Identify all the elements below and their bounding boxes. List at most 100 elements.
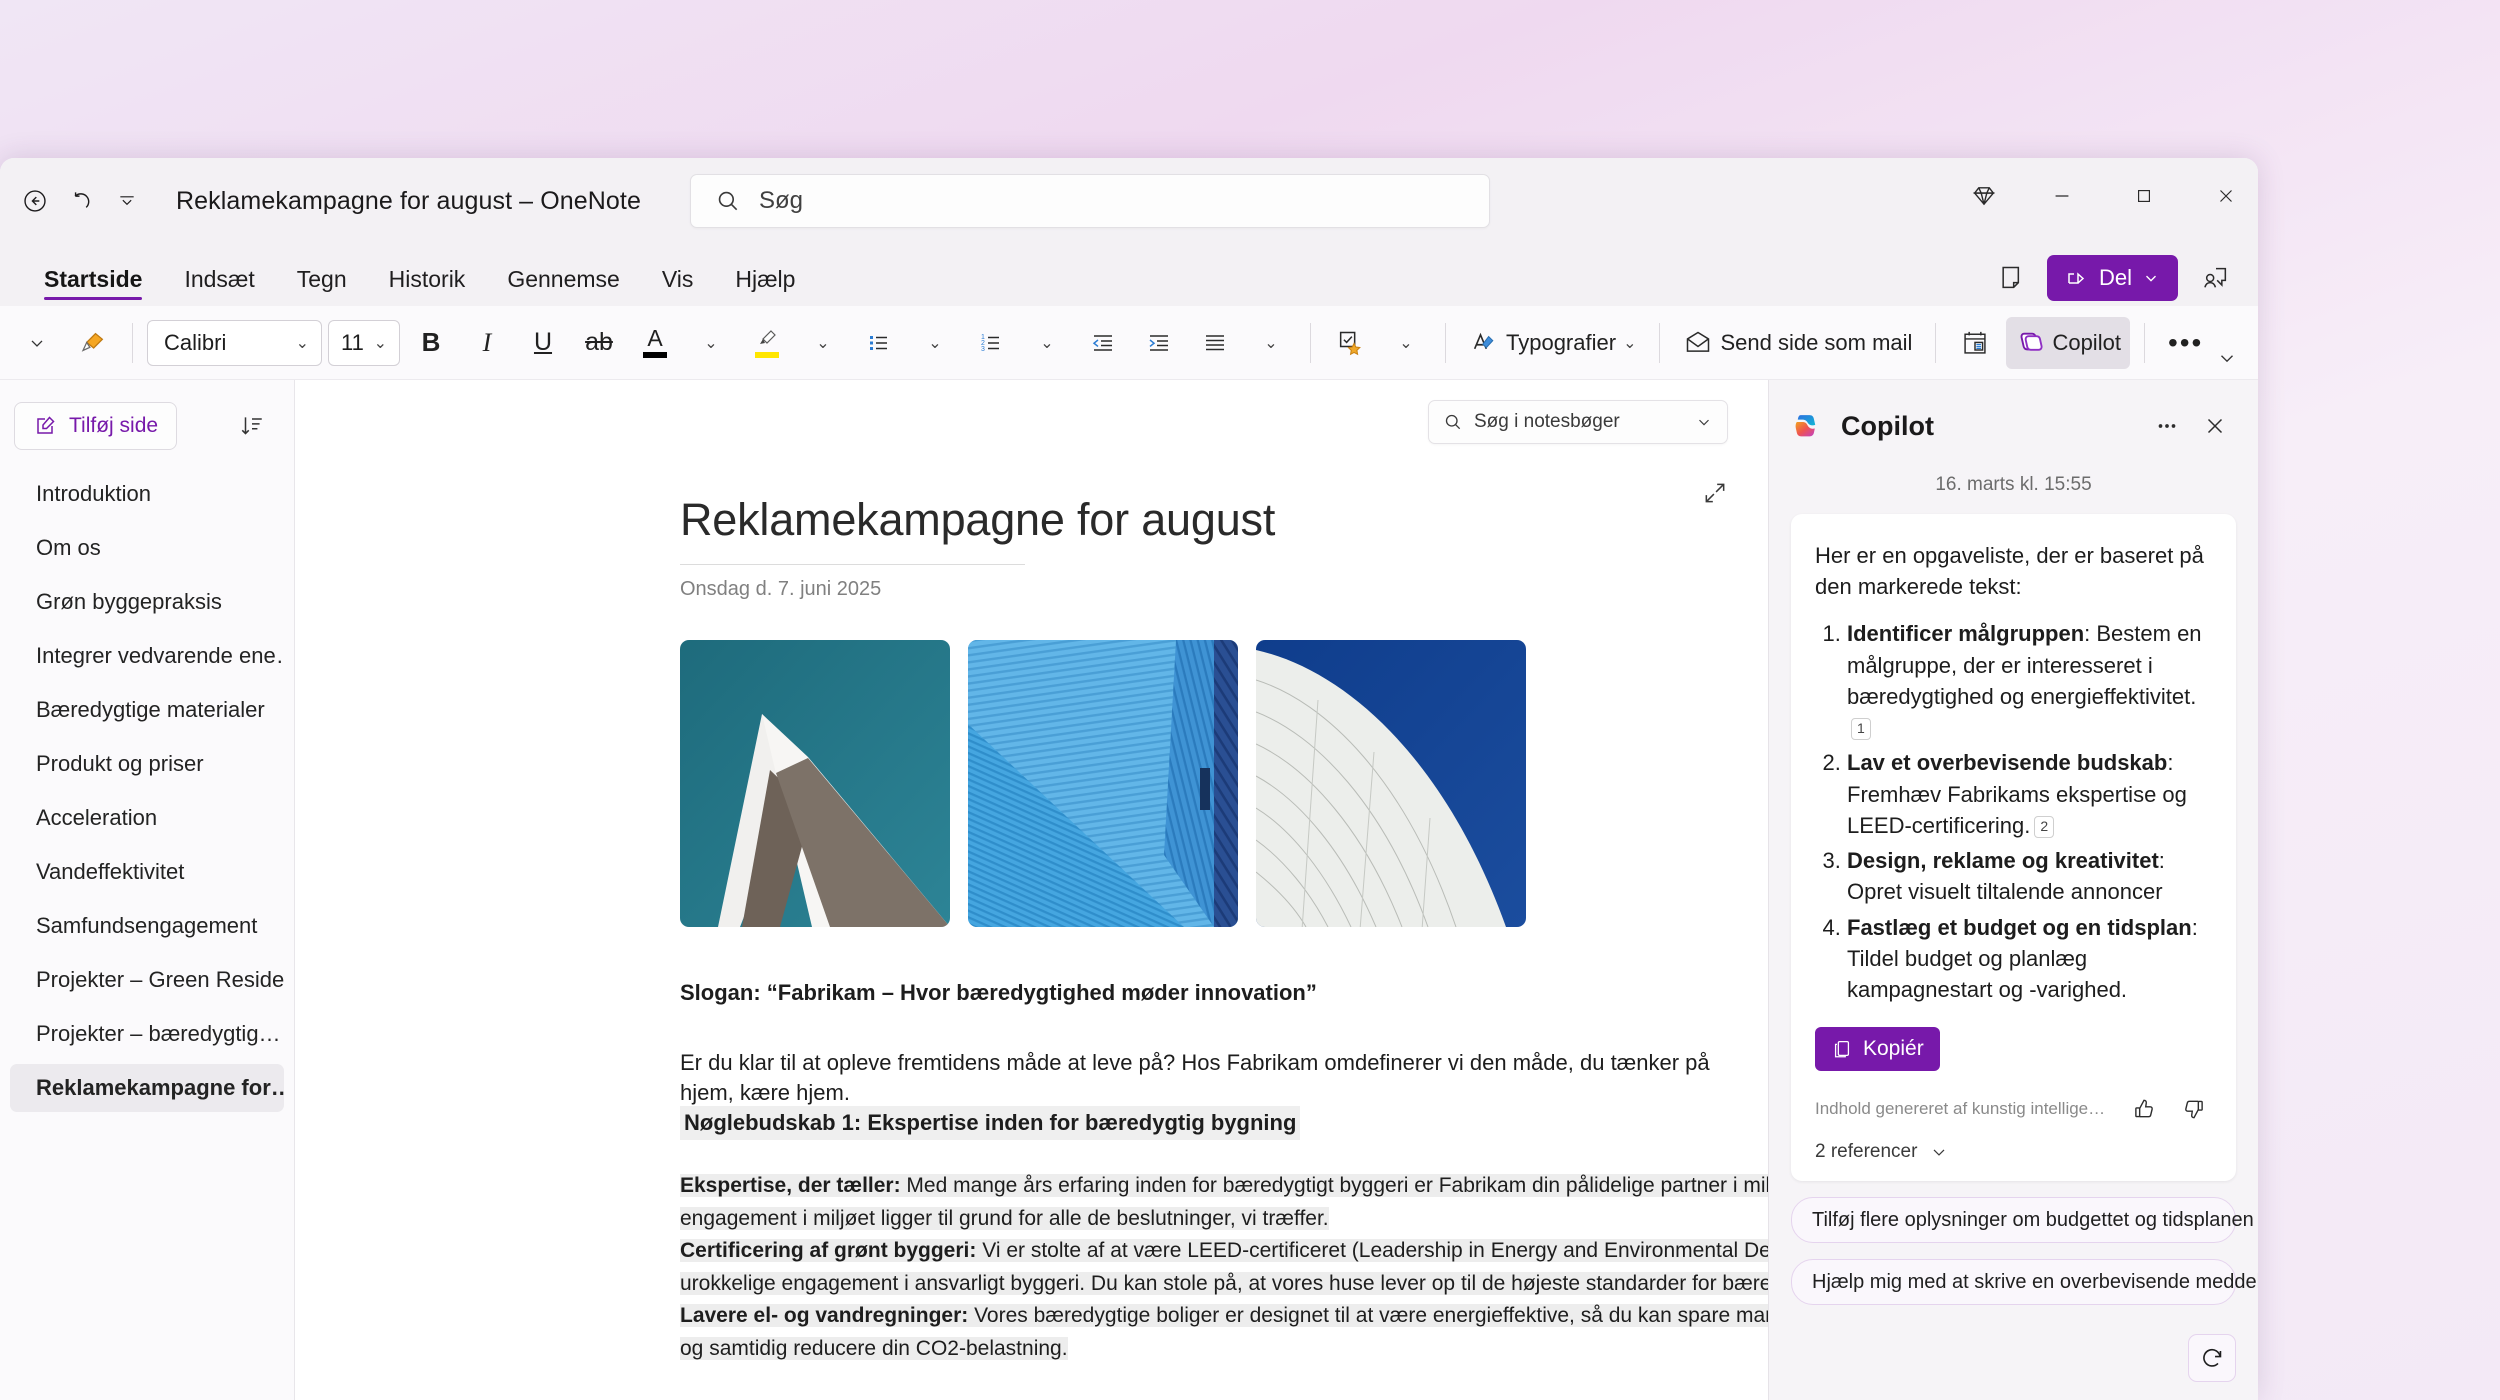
search-input[interactable]: Søg bbox=[690, 174, 1490, 228]
page-list-item[interactable]: Acceleration bbox=[10, 794, 284, 842]
styles-icon bbox=[1473, 332, 1494, 349]
bullets-chevron-down-icon[interactable]: ⌄ bbox=[910, 317, 960, 369]
strikethrough-button[interactable]: ab bbox=[574, 317, 624, 369]
close-button[interactable] bbox=[2190, 158, 2258, 234]
reference-marker[interactable]: 2 bbox=[2034, 815, 2055, 838]
align-left-icon[interactable] bbox=[1190, 317, 1240, 369]
page-list-item[interactable]: Vandeffektivitet bbox=[10, 848, 284, 896]
page-list-item[interactable]: Projekter – Green Reside… bbox=[10, 956, 284, 1004]
font-size-select[interactable]: 11 ⌄ bbox=[328, 319, 400, 366]
meeting-details-icon[interactable] bbox=[1950, 317, 2000, 369]
share-button[interactable]: Del bbox=[2046, 255, 2178, 301]
minimize-button[interactable] bbox=[2026, 158, 2098, 234]
key-message-heading[interactable]: Nøglebudskab 1: Ekspertise inden for bær… bbox=[680, 1106, 1301, 1140]
refresh-icon[interactable] bbox=[2188, 1334, 2236, 1382]
align-chevron-down-icon[interactable]: ⌄ bbox=[1246, 317, 1296, 369]
photo-white-roof-teal-sky[interactable] bbox=[680, 640, 950, 927]
tab-indsaet[interactable]: Indsæt bbox=[166, 266, 272, 306]
paragraph-regninger[interactable]: Lavere el- og vandregninger: Vores bæred… bbox=[680, 1300, 1768, 1365]
maximize-button[interactable] bbox=[2108, 158, 2180, 234]
page-list-item[interactable]: Grøn byggepraksis bbox=[10, 578, 284, 626]
expand-page-icon[interactable] bbox=[1702, 480, 1728, 511]
collapse-ribbon-chevron-down-icon[interactable] bbox=[2206, 339, 2248, 377]
add-comment-icon[interactable] bbox=[2192, 254, 2240, 302]
paragraph-certificering[interactable]: Certificering af grønt byggeri: Vi er st… bbox=[680, 1235, 1768, 1300]
more-options-icon[interactable] bbox=[2146, 405, 2188, 447]
page-list-item[interactable]: Bæredygtige materialer bbox=[10, 686, 284, 734]
tag-star-icon[interactable] bbox=[1325, 317, 1375, 369]
tab-vis[interactable]: Vis bbox=[644, 266, 712, 306]
font-family-select[interactable]: Calibri ⌄ bbox=[147, 319, 322, 366]
highlight-chevron-down-icon[interactable]: ⌄ bbox=[798, 317, 848, 369]
photo-curved-white-building[interactable] bbox=[1256, 640, 1526, 927]
tab-gennemse[interactable]: Gennemse bbox=[489, 266, 638, 306]
slogan-text[interactable]: Slogan: “Fabrikam – Hvor bæredygtighed m… bbox=[680, 978, 1317, 1008]
sort-icon[interactable] bbox=[232, 406, 272, 446]
italic-button[interactable]: I bbox=[462, 317, 512, 369]
document-canvas[interactable]: Søg i notesbøger Reklamekampagne for aug… bbox=[295, 380, 1768, 1400]
copilot-button[interactable]: Copilot bbox=[2006, 316, 2130, 369]
numbered-list-icon[interactable]: 1 2 3 bbox=[966, 317, 1016, 369]
sticky-note-icon[interactable] bbox=[1985, 254, 2033, 302]
tab-startside[interactable]: Startside bbox=[26, 266, 160, 306]
title-divider bbox=[680, 564, 1025, 565]
add-page-button[interactable]: Tilføj side bbox=[14, 402, 178, 450]
paragraph-expertise[interactable]: Ekspertise, der tæller: Med mange års er… bbox=[680, 1170, 1768, 1235]
tags-chevron-down-icon[interactable]: ⌄ bbox=[1381, 317, 1431, 369]
toolbar-overflow-button[interactable]: ••• bbox=[2159, 317, 2212, 369]
page-list-item[interactable]: Introduktion bbox=[10, 470, 284, 518]
svg-text:3: 3 bbox=[981, 346, 985, 353]
copy-button[interactable]: Kopiér bbox=[1815, 1027, 1940, 1072]
highlighter-icon[interactable] bbox=[742, 317, 792, 369]
font-color-chevron-down-icon[interactable]: ⌄ bbox=[686, 317, 736, 369]
undo-icon[interactable] bbox=[58, 178, 104, 224]
diamond-icon[interactable] bbox=[1948, 158, 2020, 234]
customize-toolbar-chevron-down-icon[interactable] bbox=[104, 178, 150, 224]
page-list-item[interactable]: Samfundsengagement bbox=[10, 902, 284, 950]
references-toggle[interactable]: 2 referencer bbox=[1815, 1141, 2212, 1163]
page-list-item[interactable]: Projekter – bæredygtig… bbox=[10, 1010, 284, 1058]
format-painter-icon[interactable] bbox=[68, 317, 118, 369]
suggestion-chip[interactable]: Hjælp mig med at skrive en overbevisende… bbox=[1791, 1259, 2258, 1306]
thumbs-up-icon[interactable] bbox=[2126, 1091, 2162, 1127]
toolbar-divider bbox=[1445, 322, 1446, 363]
notebook-search-input[interactable]: Søg i notesbøger bbox=[1428, 400, 1728, 444]
chevron-down-icon: ⌄ bbox=[373, 334, 387, 352]
suggestion-chip[interactable]: Tilføj flere oplysninger om budgettet og… bbox=[1791, 1197, 2254, 1244]
numbering-chevron-down-icon[interactable]: ⌄ bbox=[1022, 317, 1072, 369]
tab-historik[interactable]: Historik bbox=[371, 266, 484, 306]
response-intro: Her er en opgaveliste, der er baseret på… bbox=[1815, 543, 2204, 600]
back-arrow-icon[interactable] bbox=[12, 178, 58, 224]
highlighted-paragraphs[interactable]: Ekspertise, der tæller: Med mange års er… bbox=[680, 1170, 1768, 1365]
chevron-down-icon bbox=[1699, 419, 1709, 426]
page-list-item[interactable]: Om os bbox=[10, 524, 284, 572]
tab-tegn[interactable]: Tegn bbox=[279, 266, 365, 306]
bold-button[interactable]: B bbox=[406, 317, 456, 369]
clipboard-chevron-down-icon[interactable] bbox=[12, 317, 62, 369]
increase-indent-icon[interactable] bbox=[1134, 317, 1184, 369]
page-list-item[interactable]: Produkt og priser bbox=[10, 740, 284, 788]
tab-hjaelp[interactable]: Hjælp bbox=[717, 266, 813, 306]
intro-paragraph[interactable]: Er du klar til at opleve fremtidens måde… bbox=[680, 1048, 1768, 1107]
copilot-header-actions bbox=[2146, 405, 2236, 447]
styles-button[interactable]: Typografier ⌄ bbox=[1460, 317, 1645, 369]
bulleted-list-icon[interactable] bbox=[854, 317, 904, 369]
copilot-label: Copilot bbox=[2052, 329, 2121, 355]
send-page-as-email-button[interactable]: Send side som mail bbox=[1674, 317, 1921, 369]
close-icon[interactable] bbox=[2194, 405, 2236, 447]
toolbar-divider bbox=[1310, 322, 1311, 363]
reference-marker[interactable]: 1 bbox=[1851, 718, 1871, 741]
page-date[interactable]: Onsdag d. 7. juni 2025 bbox=[680, 578, 881, 601]
page-list-item[interactable]: Reklamekampagne for… bbox=[10, 1064, 284, 1112]
photo-blue-facade[interactable] bbox=[968, 640, 1238, 927]
underline-button[interactable]: U bbox=[518, 317, 568, 369]
page-title[interactable]: Reklamekampagne for august bbox=[680, 494, 1275, 546]
search-icon bbox=[1445, 414, 1461, 430]
thumbs-down-icon[interactable] bbox=[2176, 1091, 2212, 1127]
copilot-pane: Copilot 16. marts kl. 15:55 Her er en op… bbox=[1768, 380, 2258, 1400]
feedback-row: Indhold genereret af kunstig intelligens… bbox=[1815, 1091, 2212, 1127]
decrease-indent-icon[interactable] bbox=[1078, 317, 1128, 369]
font-color-button[interactable]: A bbox=[630, 317, 680, 369]
page-list-item[interactable]: Integrer vedvarende ene… bbox=[10, 632, 284, 680]
ribbon-right-actions: Del bbox=[1985, 254, 2240, 302]
